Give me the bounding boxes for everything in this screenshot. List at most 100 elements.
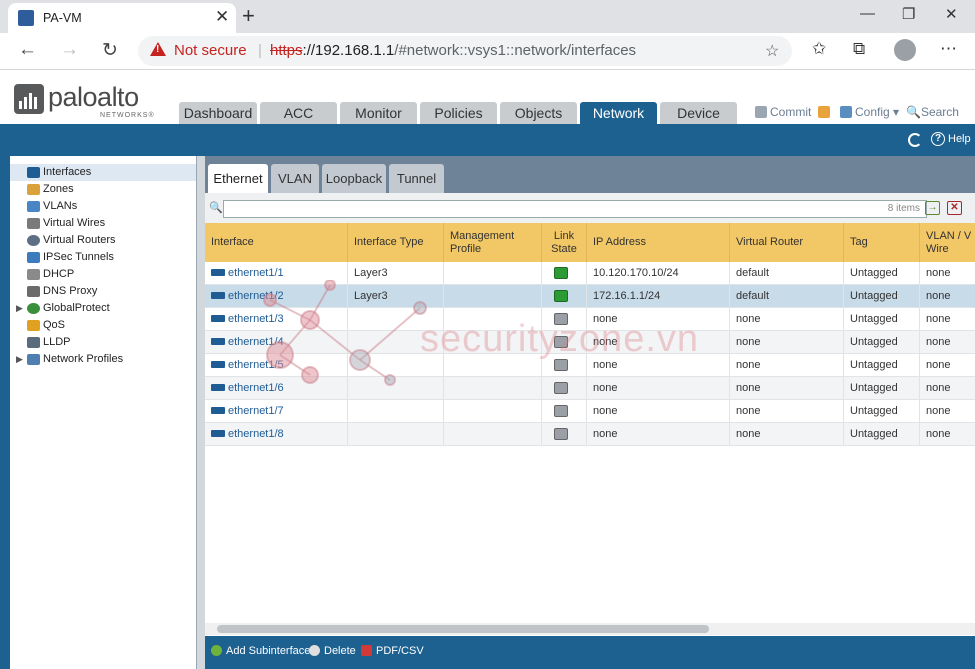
table-row[interactable]: ethernet1/2 Layer3 172.16.1.1/24 default Unt…: [205, 285, 975, 308]
interface-link[interactable]: ethernet1/1: [228, 267, 284, 279]
table-row[interactable]: ethernet1/8 none none Untagged none: [205, 423, 975, 446]
interface-link[interactable]: ethernet1/8: [228, 428, 284, 440]
cell-interface[interactable]: ethernet1/8: [205, 423, 348, 446]
column-header-virtual-router[interactable]: Virtual Router: [730, 223, 844, 262]
column-header-management-profile[interactable]: Management Profile: [444, 223, 542, 262]
search-button[interactable]: 🔍Search: [906, 105, 959, 119]
apply-filter-button[interactable]: →: [925, 201, 940, 215]
sidebar-item-dhcp[interactable]: DHCP: [10, 266, 196, 283]
sidebar-item-network-profiles[interactable]: ▶ Network Profiles: [10, 351, 196, 368]
add-subinterface-button[interactable]: Add Subinterface: [211, 645, 310, 657]
sidebar-item-qos[interactable]: QoS: [10, 317, 196, 334]
cell-interface[interactable]: ethernet1/5: [205, 354, 348, 377]
tab-monitor[interactable]: Monitor: [340, 102, 417, 124]
cell-vlan-virtual-wire: none: [926, 359, 951, 371]
tab-objects[interactable]: Objects: [500, 102, 577, 124]
profile-avatar[interactable]: [894, 39, 916, 61]
tab-tunnel[interactable]: Tunnel: [389, 164, 444, 193]
tab-loopback[interactable]: Loopback: [322, 164, 386, 193]
expand-arrow-icon[interactable]: ▶: [16, 351, 23, 368]
sidebar-item-globalprotect[interactable]: ▶ GlobalProtect: [10, 300, 196, 317]
filter-input[interactable]: 8 items: [223, 200, 927, 218]
interface-link[interactable]: ethernet1/7: [228, 405, 284, 417]
tab-acc[interactable]: ACC: [260, 102, 337, 124]
cell-interface[interactable]: ethernet1/1: [205, 262, 348, 285]
table-row[interactable]: ethernet1/7 none none Untagged none: [205, 400, 975, 423]
column-header-ip-address[interactable]: IP Address: [587, 223, 730, 262]
more-menu-icon[interactable]: ⋯: [940, 39, 957, 59]
new-tab-icon[interactable]: +: [242, 3, 255, 29]
favorite-star-icon[interactable]: ☆: [765, 41, 779, 61]
lock-icon[interactable]: [818, 105, 833, 119]
table-row[interactable]: ethernet1/1 Layer3 10.120.170.10/24 default…: [205, 262, 975, 285]
cell-interface[interactable]: ethernet1/3: [205, 308, 348, 331]
security-label[interactable]: Not secure: [174, 42, 247, 59]
logo-text: paloalto: [48, 82, 139, 112]
sidebar-item-ipsec-tunnels[interactable]: IPSec Tunnels: [10, 249, 196, 266]
url-text[interactable]: https://192.168.1.1/#network::vsys1::net…: [270, 42, 636, 59]
config-button[interactable]: Config ▾: [840, 105, 899, 119]
restore-icon[interactable]: ❐: [902, 5, 915, 23]
back-icon[interactable]: ←: [18, 39, 37, 61]
reload-icon[interactable]: ↻: [102, 39, 118, 62]
help-link[interactable]: Help: [948, 133, 971, 145]
cell-interface[interactable]: ethernet1/4: [205, 331, 348, 354]
interface-link[interactable]: ethernet1/4: [228, 336, 284, 348]
cell-interface[interactable]: ethernet1/6: [205, 377, 348, 400]
sidebar-item-vlans[interactable]: VLANs: [10, 198, 196, 215]
cell-interface[interactable]: ethernet1/7: [205, 400, 348, 423]
refresh-icon[interactable]: [908, 133, 922, 147]
cell-vlan-virtual-wire: none: [926, 336, 951, 348]
interface-link[interactable]: ethernet1/5: [228, 359, 284, 371]
sidebar-item-virtual-routers[interactable]: Virtual Routers: [10, 232, 196, 249]
cell-tag: Untagged: [844, 308, 920, 331]
interface-link[interactable]: ethernet1/3: [228, 313, 284, 325]
tab-device[interactable]: Device: [660, 102, 737, 124]
cell-ip-address: 10.120.170.10/24: [587, 262, 730, 285]
cell-interface[interactable]: ethernet1/2: [205, 285, 348, 308]
interface-link[interactable]: ethernet1/2: [228, 290, 284, 302]
commit-button[interactable]: Commit: [755, 105, 811, 119]
delete-button[interactable]: Delete: [309, 645, 356, 657]
sidebar-item-label: Zones: [43, 183, 74, 195]
table-row[interactable]: ethernet1/6 none none Untagged none: [205, 377, 975, 400]
close-window-icon[interactable]: ✕: [945, 5, 958, 23]
separator: |: [258, 42, 262, 59]
column-header-interface-type[interactable]: Interface Type: [348, 223, 444, 262]
column-header-tag[interactable]: Tag: [844, 223, 920, 262]
sidebar-item-dns-proxy[interactable]: DNS Proxy: [10, 283, 196, 300]
favorites-icon[interactable]: ✩: [812, 39, 826, 59]
column-header-vlan-virtual-wire[interactable]: VLAN / V Wire: [920, 223, 975, 262]
ethernet-port-icon: [211, 292, 225, 299]
tab-network[interactable]: Network: [580, 102, 657, 124]
cell-ip-address: none: [587, 423, 730, 446]
tab-dashboard[interactable]: Dashboard: [179, 102, 257, 124]
help-icon[interactable]: ?: [931, 132, 945, 146]
sidebar-item-zones[interactable]: Zones: [10, 181, 196, 198]
pdf-csv-button[interactable]: PDF/CSV: [361, 645, 424, 657]
sidebar-item-interfaces[interactable]: Interfaces: [10, 164, 196, 181]
sidebar-item-virtual-wires[interactable]: Virtual Wires: [10, 215, 196, 232]
browser-tab[interactable]: PA-VM ✕: [8, 3, 236, 33]
scrollbar-thumb[interactable]: [217, 625, 709, 633]
forward-icon[interactable]: →: [60, 39, 79, 61]
tab-ethernet[interactable]: Ethernet: [208, 164, 268, 193]
tab-policies[interactable]: Policies: [420, 102, 497, 124]
close-tab-icon[interactable]: ✕: [215, 7, 229, 27]
sidebar-item-label: DHCP: [43, 268, 75, 280]
tab-vlan[interactable]: VLAN: [271, 164, 319, 193]
horizontal-scrollbar[interactable]: [205, 623, 975, 635]
sidebar-item-lldp[interactable]: LLDP: [10, 334, 196, 351]
address-bar[interactable]: Not secure | https://192.168.1.1/#networ…: [138, 36, 792, 66]
clear-filter-button[interactable]: ✕: [947, 201, 962, 215]
column-header-link-state[interactable]: Link State: [542, 223, 587, 262]
sidebar-splitter[interactable]: [197, 156, 205, 669]
minimize-icon[interactable]: —: [860, 5, 875, 22]
interface-link[interactable]: ethernet1/6: [228, 382, 284, 394]
collections-icon[interactable]: ⧉: [853, 39, 865, 59]
search-icon: 🔍: [209, 202, 223, 214]
expand-arrow-icon[interactable]: ▶: [16, 300, 23, 317]
sidebar-item-label: GlobalProtect: [43, 302, 110, 314]
column-header-interface[interactable]: Interface: [205, 223, 348, 262]
cell-tag: Untagged: [844, 354, 920, 377]
